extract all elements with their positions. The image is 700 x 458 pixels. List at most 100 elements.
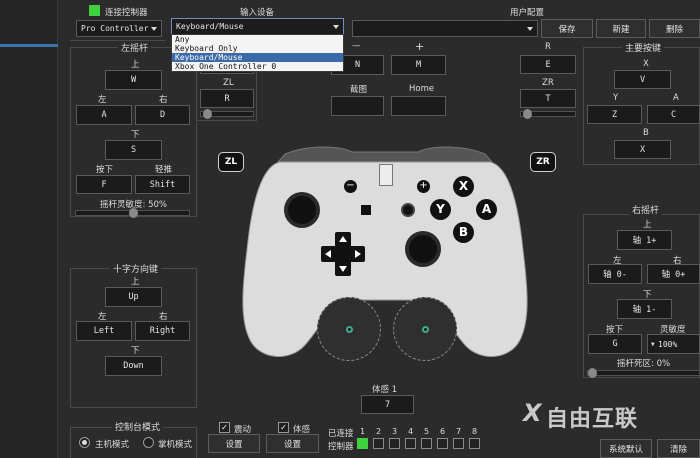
controller-slot[interactable] (469, 438, 480, 449)
slider-handle[interactable] (588, 368, 597, 378)
controller-type-select[interactable]: Pro Controller (76, 20, 162, 37)
controller-slot[interactable] (421, 438, 432, 449)
motion-checkbox[interactable]: ✓ (278, 422, 289, 433)
x-button-key[interactable]: V (614, 70, 671, 89)
minus-label: — (352, 41, 361, 51)
dpad-icon (321, 232, 365, 276)
input-device-option[interactable]: Any (172, 35, 343, 44)
right-stick-up-key[interactable]: 轴 1+ (617, 230, 672, 250)
left-stick-press-key[interactable]: F (76, 175, 132, 194)
slider-handle[interactable] (203, 109, 212, 119)
clear-button[interactable]: 清除 (657, 439, 700, 458)
save-button[interactable]: 保存 (541, 19, 593, 38)
left-stick-right-key[interactable]: D (135, 105, 190, 125)
controller-slot[interactable] (373, 438, 384, 449)
slider-handle[interactable] (523, 109, 532, 119)
zl-label: ZL (223, 78, 234, 88)
controller-slot[interactable] (405, 438, 416, 449)
dpad-right-key[interactable]: Right (135, 321, 190, 341)
r-key[interactable]: E (520, 55, 576, 74)
plus-key[interactable]: M (391, 55, 446, 75)
left-stick-light-key[interactable]: Shift (135, 175, 190, 194)
controller-slot[interactable] (437, 438, 448, 449)
slot-number: 5 (423, 427, 430, 436)
right-stick-deadzone-label: 摇杆死区: 0% (617, 359, 671, 369)
system-defaults-button[interactable]: 系统默认 (600, 439, 652, 458)
home-key[interactable] (391, 96, 446, 116)
docked-mode-radio[interactable] (79, 437, 90, 448)
right-stick-left-key[interactable]: 轴 0- (588, 264, 642, 284)
spin-arrow-icon[interactable]: ▼ (651, 341, 655, 348)
zl-key[interactable]: R (200, 89, 254, 108)
slot-number: 2 (375, 427, 382, 436)
y-face-button: Y (430, 199, 451, 220)
motion-settings-button[interactable]: 设置 (266, 434, 319, 453)
input-device-option[interactable]: Keyboard Only (172, 44, 343, 53)
right-stick-press-key[interactable]: G (588, 334, 642, 354)
dpad-left-key[interactable]: Left (76, 321, 132, 341)
b-face-button: B (453, 222, 474, 243)
left-stick-down-key[interactable]: S (105, 140, 162, 160)
main-buttons-title: 主要按键 (622, 41, 665, 54)
slot-number: 1 (359, 427, 366, 436)
input-device-label: 输入设备 (240, 8, 275, 18)
right-stick-deadzone-slider[interactable] (587, 368, 700, 378)
right-stick-visual (393, 297, 457, 361)
dpad-down-label: 下 (131, 346, 140, 356)
right-stick-down-key[interactable]: 轴 1- (617, 299, 672, 319)
input-device-select[interactable]: Keyboard/Mouse (171, 18, 344, 35)
b-button-label: B (643, 128, 649, 138)
profile-select[interactable] (352, 20, 538, 37)
zr-threshold-slider[interactable] (520, 109, 576, 119)
slider-handle[interactable] (129, 208, 138, 218)
watermark-text: 自由互联 (546, 407, 639, 432)
dpad-up-key[interactable]: Up (105, 287, 162, 307)
controller-slot[interactable] (357, 438, 368, 449)
rumble-checkbox[interactable]: ✓ (219, 422, 230, 433)
capture-key[interactable] (331, 96, 384, 116)
plus-button-icon: + (417, 180, 430, 193)
chevron-down-icon (333, 24, 339, 29)
controller-slot[interactable] (389, 438, 400, 449)
left-stick-press-label: 按下 (96, 165, 114, 175)
side-panel (0, 0, 58, 458)
connected-label-1: 已连接 (328, 429, 354, 439)
dpad-down-key[interactable]: Down (105, 356, 162, 376)
left-stick-title: 左摇杆 (118, 41, 152, 54)
a-button-key[interactable]: C (647, 105, 700, 124)
slot-number: 3 (391, 427, 398, 436)
chevron-down-icon (151, 26, 157, 31)
stick-dot (346, 326, 353, 333)
input-device-option-selected[interactable]: Keyboard/Mouse (172, 53, 343, 62)
side-panel-highlight (0, 44, 58, 47)
right-stick-title: 右摇杆 (629, 203, 663, 216)
dpad-up-label: 上 (131, 277, 140, 287)
left-stick-sensitivity-slider[interactable] (75, 208, 190, 218)
slot-number: 8 (471, 427, 478, 436)
input-device-option[interactable]: Xbox One Controller 0 (172, 62, 343, 71)
y-button-key[interactable]: Z (587, 105, 642, 124)
b-button-key[interactable]: X (614, 140, 671, 159)
plus-label: + (415, 40, 425, 53)
zr-label: ZR (542, 78, 554, 88)
left-stick-up-label: 上 (131, 60, 140, 70)
delete-button[interactable]: 删除 (649, 19, 700, 38)
left-stick-left-label: 左 (98, 95, 107, 105)
controller-slot[interactable] (453, 438, 464, 449)
right-stick-right-key[interactable]: 轴 0+ (647, 264, 700, 284)
right-stick-up-label: 上 (643, 220, 652, 230)
handheld-mode-radio[interactable] (143, 437, 154, 448)
handheld-mode-label: 掌机模式 (158, 440, 193, 450)
zl-threshold-slider[interactable] (200, 109, 254, 119)
capture-button-icon (361, 205, 371, 215)
left-stick-left-key[interactable]: A (76, 105, 132, 125)
r-label: R (545, 42, 551, 52)
right-stick-sensitivity-spinbox[interactable]: ▼ 100% (647, 334, 700, 354)
docked-mode-label: 主机模式 (95, 440, 130, 450)
stick-dot (422, 326, 429, 333)
zr-key[interactable]: T (520, 89, 576, 108)
new-button[interactable]: 新建 (596, 19, 646, 38)
rumble-settings-button[interactable]: 设置 (208, 434, 260, 453)
motion-key[interactable]: 7 (361, 395, 414, 414)
left-stick-up-key[interactable]: W (105, 70, 162, 90)
